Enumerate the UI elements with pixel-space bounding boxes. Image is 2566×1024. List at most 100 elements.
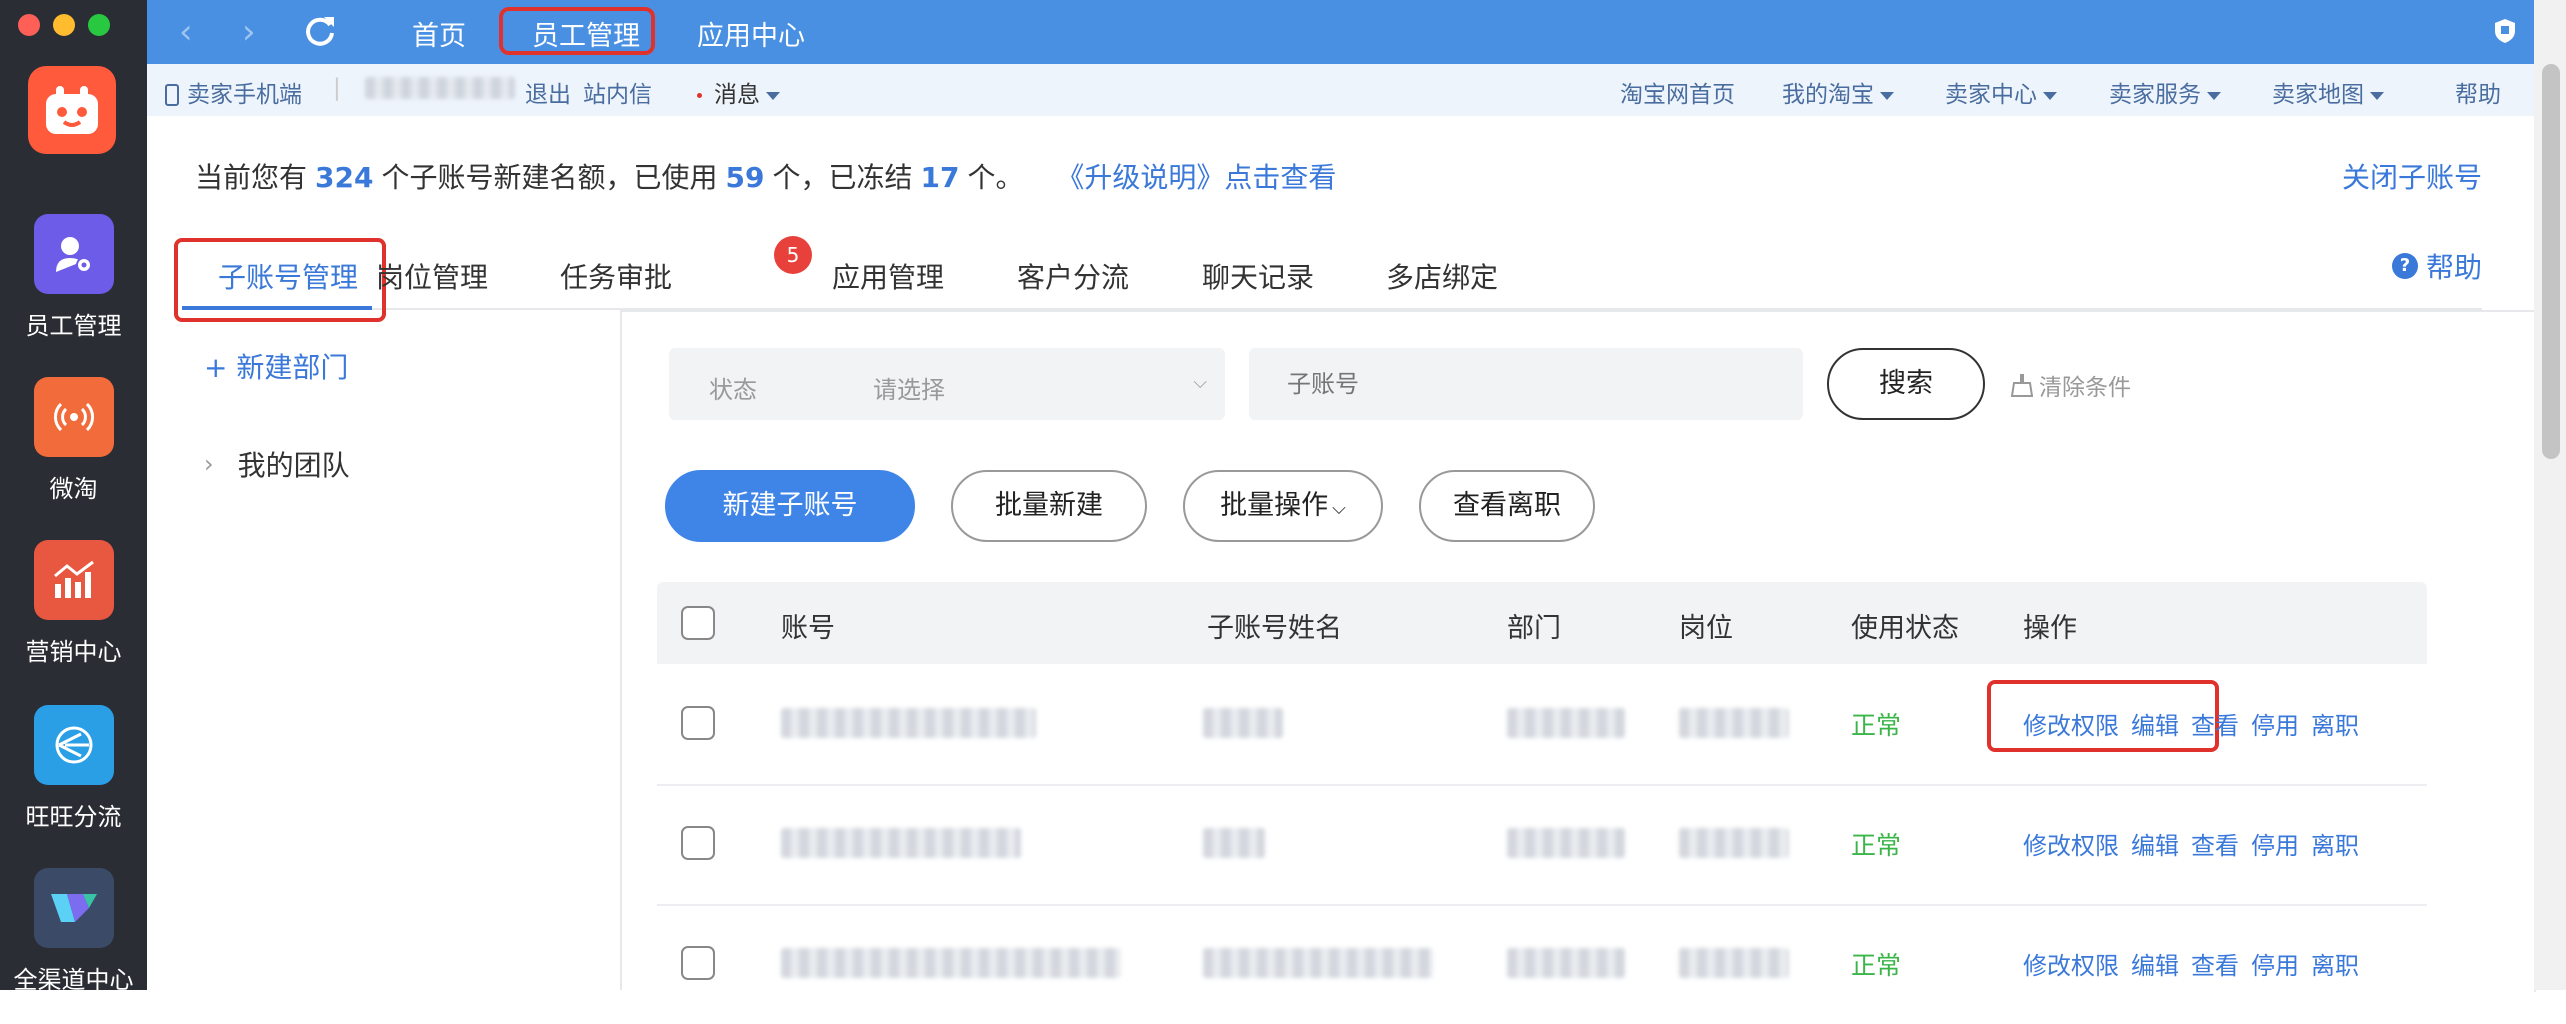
top-nav-bar: ‹ › 首页 员工管理 应用中心 xyxy=(147,0,2534,64)
edit-link[interactable]: 编辑 xyxy=(2131,706,2179,741)
status-placeholder: 请选择 xyxy=(873,376,945,404)
rail-item-omnichannel[interactable]: 全渠道中心 xyxy=(0,868,147,995)
maximize-window-button[interactable] xyxy=(88,14,110,36)
account-cell xyxy=(781,828,1021,858)
disable-link[interactable]: 停用 xyxy=(2251,946,2299,981)
clear-filters-label: 清除条件 xyxy=(2039,375,2131,401)
shield-icon[interactable] xyxy=(2494,18,2516,48)
row-checkbox[interactable] xyxy=(681,946,715,980)
chevron-down-icon xyxy=(2207,91,2221,100)
table-header: 账号 子账号姓名 部门 岗位 使用状态 操作 xyxy=(657,582,2427,664)
account-cell xyxy=(781,948,1121,978)
reload-icon[interactable] xyxy=(302,13,338,53)
scrollbar-thumb[interactable] xyxy=(2542,64,2560,459)
quota-text: 个，已冻结 xyxy=(772,161,913,194)
view-link[interactable]: 查看 xyxy=(2191,946,2239,981)
seller-service-menu[interactable]: 卖家服务 xyxy=(2109,75,2221,109)
close-subaccount-link[interactable]: 关闭子账号 xyxy=(2342,156,2482,196)
department-cell xyxy=(1507,948,1625,978)
tab-customer-diversion[interactable]: 客户分流 xyxy=(1017,256,1129,296)
column-header-account: 账号 xyxy=(781,613,835,644)
disable-link[interactable]: 停用 xyxy=(2251,706,2299,741)
top-tab-apps[interactable]: 应用中心 xyxy=(697,14,805,53)
inbox-link[interactable]: 站内信 xyxy=(583,75,652,109)
back-arrow-icon[interactable]: ‹ xyxy=(179,12,193,52)
tab-position-management[interactable]: 岗位管理 xyxy=(376,256,488,296)
new-department-button[interactable]: + 新建部门 xyxy=(204,346,348,386)
position-cell xyxy=(1679,948,1789,978)
broom-icon xyxy=(2011,374,2033,397)
tab-app-management[interactable]: 应用管理 xyxy=(832,256,944,296)
row-checkbox[interactable] xyxy=(681,826,715,860)
rail-item-wangwang[interactable]: 旺旺分流 xyxy=(0,705,147,832)
chevron-down-icon xyxy=(2043,91,2057,100)
quota-frozen: 17 xyxy=(920,161,960,194)
rail-item-weitao[interactable]: 微淘 xyxy=(0,377,147,504)
logout-link[interactable]: 退出 xyxy=(525,75,571,109)
messages-label: 消息 xyxy=(714,82,760,108)
view-resigned-button[interactable]: 查看离职 xyxy=(1419,470,1595,542)
clear-filters-button[interactable]: 清除条件 xyxy=(2011,368,2131,402)
rail-item-marketing[interactable]: 营销中心 xyxy=(0,540,147,667)
status-select[interactable]: 状态 请选择 ⌵ xyxy=(669,348,1225,420)
edit-link[interactable]: 编辑 xyxy=(2131,826,2179,861)
app-rail: 员工管理 微淘 营销中心 旺旺分流 全渠道中心 xyxy=(0,0,147,994)
view-link[interactable]: 查看 xyxy=(2191,706,2239,741)
edit-link[interactable]: 编辑 xyxy=(2131,946,2179,981)
new-subaccount-button[interactable]: 新建子账号 xyxy=(665,470,915,542)
taobao-home-link[interactable]: 淘宝网首页 xyxy=(1620,75,1735,109)
quota-total: 324 xyxy=(315,161,374,194)
position-cell xyxy=(1679,828,1789,858)
minimize-window-button[interactable] xyxy=(53,14,75,36)
forward-arrow-icon[interactable]: › xyxy=(242,12,256,52)
subaccount-search-input[interactable] xyxy=(1249,348,1803,420)
messages-menu[interactable]: 消息 xyxy=(697,75,780,109)
batch-operation-menu[interactable]: 批量操作 ⌵ xyxy=(1183,470,1383,542)
mobile-link[interactable]: 卖家手机端 xyxy=(165,75,302,109)
tab-task-approval[interactable]: 任务审批 xyxy=(560,256,672,296)
close-window-button[interactable] xyxy=(18,14,40,36)
qianniu-logo-icon[interactable] xyxy=(28,66,116,154)
chevron-down-icon xyxy=(1880,91,1894,100)
batch-operation-label: 批量操作 xyxy=(1220,490,1329,521)
quota-suffix: 个。 xyxy=(967,161,1024,194)
select-all-checkbox[interactable] xyxy=(681,606,715,640)
resign-link[interactable]: 离职 xyxy=(2311,826,2359,861)
disable-link[interactable]: 停用 xyxy=(2251,826,2299,861)
window-scrollbar[interactable] xyxy=(2534,0,2566,990)
status-badge: 正常 xyxy=(1851,951,1902,980)
diversion-icon xyxy=(33,705,114,785)
modify-permissions-link[interactable]: 修改权限 xyxy=(2023,706,2119,741)
staff-icon xyxy=(33,214,114,294)
seller-center-menu[interactable]: 卖家中心 xyxy=(1945,75,2057,109)
tree-node-my-team[interactable]: › 我的团队 xyxy=(204,444,350,484)
phone-icon xyxy=(165,84,179,106)
name-cell xyxy=(1203,708,1283,738)
tab-multi-store-binding[interactable]: 多店绑定 xyxy=(1386,256,1498,296)
my-taobao-menu[interactable]: 我的淘宝 xyxy=(1782,75,1894,109)
row-checkbox[interactable] xyxy=(681,706,715,740)
batch-new-button[interactable]: 批量新建 xyxy=(951,470,1147,542)
omnichannel-icon xyxy=(33,868,114,948)
position-cell xyxy=(1679,708,1789,738)
seller-service-label: 卖家服务 xyxy=(2109,82,2201,108)
main-content: 当前您有 324 个子账号新建名额，已使用 59 个，已冻结 17 个。 《升级说明》点击查… xyxy=(147,116,2536,992)
top-tab-home[interactable]: 首页 xyxy=(412,14,466,53)
resign-link[interactable]: 离职 xyxy=(2311,946,2359,981)
view-link[interactable]: 查看 xyxy=(2191,826,2239,861)
tab-chat-records[interactable]: 聊天记录 xyxy=(1202,256,1314,296)
resign-link[interactable]: 离职 xyxy=(2311,706,2359,741)
rail-label: 微淘 xyxy=(49,475,98,503)
help-button[interactable]: ? 帮助 xyxy=(2391,246,2482,286)
seller-map-menu[interactable]: 卖家地图 xyxy=(2272,75,2384,109)
modify-permissions-link[interactable]: 修改权限 xyxy=(2023,826,2119,861)
upgrade-info-link[interactable]: 《升级说明》点击查看 xyxy=(1056,161,1336,194)
search-button[interactable]: 搜索 xyxy=(1827,348,1985,420)
rail-item-staff[interactable]: 员工管理 xyxy=(0,214,147,341)
help-link[interactable]: 帮助 xyxy=(2455,75,2501,109)
chevron-right-icon[interactable]: › xyxy=(204,450,214,478)
modify-permissions-link[interactable]: 修改权限 xyxy=(2023,946,2119,981)
column-header-actions: 操作 xyxy=(2023,613,2077,644)
department-panel: + 新建部门 › 我的团队 xyxy=(182,310,622,990)
quota-text: 个子账号新建名额，已使用 xyxy=(381,161,718,194)
